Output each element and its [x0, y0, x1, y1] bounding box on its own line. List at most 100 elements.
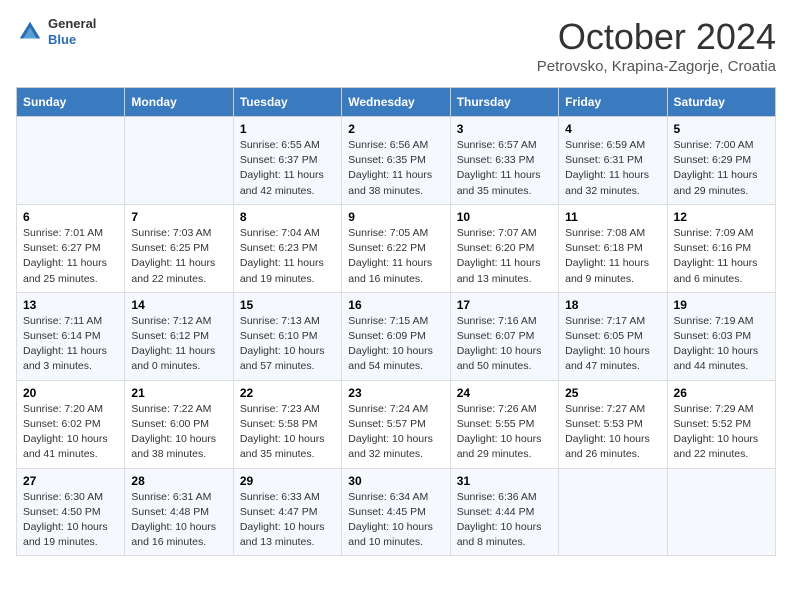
cell-info: Sunrise: 7:12 AM Sunset: 6:12 PM Dayligh…	[131, 314, 226, 375]
calendar-cell: 24Sunrise: 7:26 AM Sunset: 5:55 PM Dayli…	[450, 380, 558, 468]
day-number: 17	[457, 298, 552, 312]
title-section: October 2024 Petrovsko, Krapina-Zagorje,…	[537, 16, 776, 75]
calendar-week-row: 13Sunrise: 7:11 AM Sunset: 6:14 PM Dayli…	[17, 292, 776, 380]
calendar-week-row: 20 Sunrise: 7:20 AM Sunset: 6:02 PM Dayli…	[17, 380, 776, 468]
calendar-cell: 27 Sunrise: 6:30 AM Sunset: 4:50 PM Dayli…	[17, 468, 125, 556]
cell-info: Sunrise: 6:31 AM Sunset: 4:48 PM Dayligh…	[131, 490, 226, 551]
day-number: 7	[131, 210, 226, 224]
cell-info: Sunrise: 7:16 AM Sunset: 6:07 PM Dayligh…	[457, 314, 552, 375]
day-number: 20	[23, 386, 118, 400]
calendar-cell: 16 Sunrise: 7:15 AM Sunset: 6:09 PM Dayli…	[342, 292, 450, 380]
day-number: 19	[674, 298, 769, 312]
calendar-cell: 26 Sunrise: 7:29 AM Sunset: 5:52 PM Dayli…	[667, 380, 775, 468]
cell-info: Sunrise: 7:03 AM Sunset: 6:25 PM Dayligh…	[131, 226, 226, 287]
cell-info: Sunrise: 7:09 AM Sunset: 6:16 PM Dayligh…	[674, 226, 769, 287]
day-of-week-header: Saturday	[667, 88, 775, 117]
day-number: 24	[457, 386, 552, 400]
day-number: 22	[240, 386, 335, 400]
cell-info: Sunrise: 6:56 AM Sunset: 6:35 PM Dayligh…	[348, 138, 443, 199]
day-of-week-header: Thursday	[450, 88, 558, 117]
cell-info: Sunrise: 7:08 AM Sunset: 6:18 PM Dayligh…	[565, 226, 660, 287]
calendar-cell: 2Sunrise: 6:56 AM Sunset: 6:35 PM Daylig…	[342, 117, 450, 205]
cell-info: Sunrise: 7:17 AM Sunset: 6:05 PM Dayligh…	[565, 314, 660, 375]
cell-info: Sunrise: 7:24 AM Sunset: 5:57 PM Dayligh…	[348, 402, 443, 463]
calendar-cell: 28Sunrise: 6:31 AM Sunset: 4:48 PM Dayli…	[125, 468, 233, 556]
calendar-cell: 11 Sunrise: 7:08 AM Sunset: 6:18 PM Dayli…	[559, 204, 667, 292]
logo-blue: Blue	[48, 32, 96, 48]
day-of-week-header: Sunday	[17, 88, 125, 117]
day-number: 26	[674, 386, 769, 400]
calendar-cell: 10 Sunrise: 7:07 AM Sunset: 6:20 PM Dayli…	[450, 204, 558, 292]
calendar-cell: 9Sunrise: 7:05 AM Sunset: 6:22 PM Daylig…	[342, 204, 450, 292]
calendar-week-row: 6Sunrise: 7:01 AM Sunset: 6:27 PM Daylig…	[17, 204, 776, 292]
calendar-cell: 5 Sunrise: 7:00 AM Sunset: 6:29 PM Daylig…	[667, 117, 775, 205]
calendar-cell: 17 Sunrise: 7:16 AM Sunset: 6:07 PM Dayli…	[450, 292, 558, 380]
cell-info: Sunrise: 7:19 AM Sunset: 6:03 PM Dayligh…	[674, 314, 769, 375]
calendar-week-row: 1 Sunrise: 6:55 AM Sunset: 6:37 PM Daylig…	[17, 117, 776, 205]
cell-info: Sunrise: 7:29 AM Sunset: 5:52 PM Dayligh…	[674, 402, 769, 463]
cell-info: Sunrise: 7:04 AM Sunset: 6:23 PM Dayligh…	[240, 226, 335, 287]
logo: General Blue	[16, 16, 96, 47]
day-number: 29	[240, 474, 335, 488]
calendar-week-row: 27 Sunrise: 6:30 AM Sunset: 4:50 PM Dayli…	[17, 468, 776, 556]
calendar-cell	[17, 117, 125, 205]
calendar-cell: 12 Sunrise: 7:09 AM Sunset: 6:16 PM Dayli…	[667, 204, 775, 292]
day-number: 10	[457, 210, 552, 224]
calendar-cell: 30 Sunrise: 6:34 AM Sunset: 4:45 PM Dayli…	[342, 468, 450, 556]
calendar-cell: 22Sunrise: 7:23 AM Sunset: 5:58 PM Dayli…	[233, 380, 341, 468]
day-number: 15	[240, 298, 335, 312]
day-number: 8	[240, 210, 335, 224]
day-number: 31	[457, 474, 552, 488]
cell-info: Sunrise: 7:00 AM Sunset: 6:29 PM Dayligh…	[674, 138, 769, 199]
calendar-cell: 29 Sunrise: 6:33 AM Sunset: 4:47 PM Dayli…	[233, 468, 341, 556]
page-header: General Blue October 2024 Petrovsko, Kra…	[16, 16, 776, 75]
calendar-cell: 14 Sunrise: 7:12 AM Sunset: 6:12 PM Dayli…	[125, 292, 233, 380]
calendar-cell: 18Sunrise: 7:17 AM Sunset: 6:05 PM Dayli…	[559, 292, 667, 380]
calendar-cell	[125, 117, 233, 205]
month-title: October 2024	[537, 16, 776, 58]
day-number: 11	[565, 210, 660, 224]
cell-info: Sunrise: 6:33 AM Sunset: 4:47 PM Dayligh…	[240, 490, 335, 551]
cell-info: Sunrise: 7:22 AM Sunset: 6:00 PM Dayligh…	[131, 402, 226, 463]
day-of-week-header: Friday	[559, 88, 667, 117]
cell-info: Sunrise: 7:07 AM Sunset: 6:20 PM Dayligh…	[457, 226, 552, 287]
day-of-week-header: Monday	[125, 88, 233, 117]
calendar-cell: 19 Sunrise: 7:19 AM Sunset: 6:03 PM Dayli…	[667, 292, 775, 380]
cell-info: Sunrise: 7:11 AM Sunset: 6:14 PM Dayligh…	[23, 314, 118, 375]
day-number: 12	[674, 210, 769, 224]
calendar-cell: 1 Sunrise: 6:55 AM Sunset: 6:37 PM Daylig…	[233, 117, 341, 205]
cell-info: Sunrise: 6:34 AM Sunset: 4:45 PM Dayligh…	[348, 490, 443, 551]
day-number: 4	[565, 122, 660, 136]
calendar-cell: 3 Sunrise: 6:57 AM Sunset: 6:33 PM Daylig…	[450, 117, 558, 205]
calendar-cell: 25 Sunrise: 7:27 AM Sunset: 5:53 PM Dayli…	[559, 380, 667, 468]
calendar-cell: 8 Sunrise: 7:04 AM Sunset: 6:23 PM Daylig…	[233, 204, 341, 292]
cell-info: Sunrise: 7:13 AM Sunset: 6:10 PM Dayligh…	[240, 314, 335, 375]
logo-icon	[16, 18, 44, 46]
day-number: 21	[131, 386, 226, 400]
calendar-cell: 6Sunrise: 7:01 AM Sunset: 6:27 PM Daylig…	[17, 204, 125, 292]
calendar-cell: 31Sunrise: 6:36 AM Sunset: 4:44 PM Dayli…	[450, 468, 558, 556]
day-number: 5	[674, 122, 769, 136]
cell-info: Sunrise: 7:27 AM Sunset: 5:53 PM Dayligh…	[565, 402, 660, 463]
cell-info: Sunrise: 7:05 AM Sunset: 6:22 PM Dayligh…	[348, 226, 443, 287]
day-number: 14	[131, 298, 226, 312]
cell-info: Sunrise: 7:15 AM Sunset: 6:09 PM Dayligh…	[348, 314, 443, 375]
day-number: 25	[565, 386, 660, 400]
logo-general: General	[48, 16, 96, 32]
cell-info: Sunrise: 6:57 AM Sunset: 6:33 PM Dayligh…	[457, 138, 552, 199]
cell-info: Sunrise: 6:30 AM Sunset: 4:50 PM Dayligh…	[23, 490, 118, 551]
day-number: 23	[348, 386, 443, 400]
day-number: 16	[348, 298, 443, 312]
day-number: 1	[240, 122, 335, 136]
cell-info: Sunrise: 6:55 AM Sunset: 6:37 PM Dayligh…	[240, 138, 335, 199]
calendar-table: SundayMondayTuesdayWednesdayThursdayFrid…	[16, 87, 776, 556]
calendar-cell: 4 Sunrise: 6:59 AM Sunset: 6:31 PM Daylig…	[559, 117, 667, 205]
cell-info: Sunrise: 7:20 AM Sunset: 6:02 PM Dayligh…	[23, 402, 118, 463]
day-number: 3	[457, 122, 552, 136]
calendar-cell: 15 Sunrise: 7:13 AM Sunset: 6:10 PM Dayli…	[233, 292, 341, 380]
cell-info: Sunrise: 6:59 AM Sunset: 6:31 PM Dayligh…	[565, 138, 660, 199]
calendar-cell: 21 Sunrise: 7:22 AM Sunset: 6:00 PM Dayli…	[125, 380, 233, 468]
calendar-cell: 13Sunrise: 7:11 AM Sunset: 6:14 PM Dayli…	[17, 292, 125, 380]
day-number: 27	[23, 474, 118, 488]
day-number: 30	[348, 474, 443, 488]
